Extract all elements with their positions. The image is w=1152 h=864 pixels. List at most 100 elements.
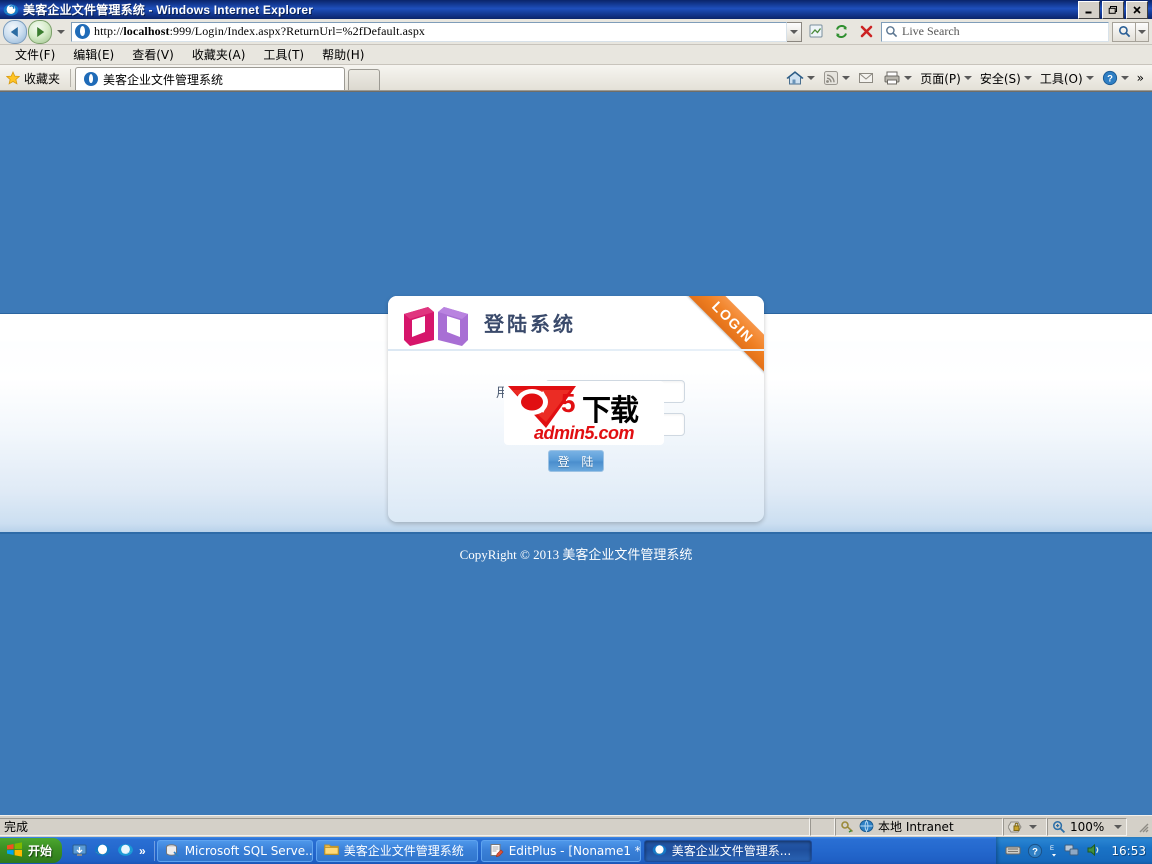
search-placeholder: Live Search: [902, 24, 960, 38]
refresh-button[interactable]: [830, 21, 852, 43]
task-item-editplus[interactable]: EditPlus - [Noname1 *]: [480, 839, 641, 862]
folder-icon: [324, 843, 339, 858]
login-submit-button[interactable]: 登 陆: [548, 450, 604, 472]
ie-icon: [652, 843, 667, 858]
quick-launch-bar: »: [66, 839, 152, 863]
svg-text:?: ?: [1033, 846, 1039, 857]
status-bar: 完成 本地 Intranet 100%: [0, 815, 1152, 837]
chevron-down-icon: [1114, 824, 1123, 829]
ie-alt-icon[interactable]: [117, 842, 134, 859]
tools-menu-button[interactable]: 工具(O): [1036, 67, 1098, 89]
task-item-ie-active[interactable]: 美客企业文件管理系...: [643, 839, 812, 862]
help-icon: ?: [1102, 70, 1117, 86]
address-dropdown-button[interactable]: [787, 21, 802, 42]
favorites-and-tabs-row: 收藏夹 美客企业文件管理系统 页面(P) 安全(S) 工具(O) ? »: [0, 65, 1152, 91]
search-input[interactable]: Live Search: [881, 21, 1109, 42]
home-icon: [786, 71, 804, 85]
svg-text:?: ?: [1107, 74, 1113, 85]
star-icon: [6, 71, 20, 85]
help-menu-button[interactable]: ?: [1098, 67, 1133, 89]
copyright-text: CopyRight © 2013 美客企业文件管理系统: [0, 544, 1152, 563]
restore-button[interactable]: [1102, 0, 1124, 19]
chevron-down-icon: [1120, 76, 1129, 80]
tab-label: 美客企业文件管理系统: [103, 72, 224, 87]
home-button[interactable]: [782, 67, 819, 89]
svg-text:E: E: [1050, 846, 1054, 852]
address-bar-row: http://localhost:999/Login/Index.aspx?Re…: [0, 19, 1152, 45]
editplus-icon: [489, 843, 504, 858]
start-button[interactable]: 开始: [0, 838, 63, 863]
taskbar-separator: [153, 840, 155, 861]
status-blank-cell: [810, 817, 835, 836]
ie-icon[interactable]: [94, 842, 111, 859]
browser-tab[interactable]: 美客企业文件管理系统: [75, 67, 346, 90]
a5-logo-icon: 5: [506, 382, 588, 429]
favorites-label: 收藏夹: [24, 71, 61, 86]
chevron-down-icon: [57, 29, 65, 34]
feeds-button[interactable]: [819, 67, 854, 89]
search-icon: [886, 26, 898, 38]
login-heading: 登陆系统: [484, 312, 576, 336]
login-panel-header: 登陆系统 LOGIN: [388, 296, 764, 378]
security-zone-cell[interactable]: 本地 Intranet: [835, 817, 1003, 836]
safety-menu-label: 安全(S): [979, 71, 1021, 86]
network-icon[interactable]: [1064, 843, 1080, 859]
close-button[interactable]: [1126, 0, 1148, 19]
address-input[interactable]: http://localhost:999/Login/Index.aspx?Re…: [71, 21, 787, 42]
page-menu-button[interactable]: 页面(P): [916, 67, 976, 89]
page-viewport: 登陆系统 LOGIN 用户名 密 码 登 陆: [0, 91, 1152, 815]
stop-button[interactable]: [855, 21, 877, 43]
back-button[interactable]: [3, 19, 27, 44]
key-icon: [841, 821, 854, 833]
menu-file[interactable]: 文件(F): [6, 45, 64, 64]
search-provider-dropdown[interactable]: [1136, 21, 1149, 42]
task-item-sql-server[interactable]: Microsoft SQL Serve...: [156, 839, 313, 862]
chevron-down-icon: [1023, 76, 1032, 80]
search-go-button[interactable]: [1112, 21, 1136, 42]
toolbar-separator: [70, 69, 72, 87]
chevron-down-icon: [842, 76, 851, 80]
quick-launch-overflow[interactable]: »: [139, 844, 146, 858]
status-text: 完成: [0, 817, 810, 836]
svg-text:5: 5: [561, 388, 575, 418]
keyboard-icon[interactable]: [1005, 843, 1021, 859]
page-icon: [84, 72, 99, 86]
mail-button[interactable]: [854, 67, 879, 89]
task-item-file-manager-folder[interactable]: 美客企业文件管理系统: [315, 839, 478, 862]
chevron-down-icon: [1029, 824, 1037, 829]
ime-icon[interactable]: E: [1049, 843, 1058, 859]
menu-bar: 文件(F) 编辑(E) 查看(V) 收藏夹(A) 工具(T) 帮助(H): [0, 45, 1152, 65]
new-tab-button[interactable]: [348, 69, 381, 90]
show-desktop-icon[interactable]: [71, 842, 88, 859]
copyright-en: CopyRight © 2013: [459, 547, 563, 562]
search-icon: [1118, 26, 1130, 38]
favorites-button[interactable]: 收藏夹: [0, 67, 68, 89]
menu-edit[interactable]: 编辑(E): [64, 45, 123, 64]
command-bar-overflow[interactable]: »: [1133, 67, 1148, 89]
security-zone-label: 本地 Intranet: [878, 820, 954, 834]
volume-icon[interactable]: [1086, 843, 1102, 859]
zoom-label: 100%: [1070, 819, 1105, 834]
menu-tools[interactable]: 工具(T): [254, 45, 313, 64]
ie-icon: [3, 2, 19, 17]
menu-help[interactable]: 帮助(H): [313, 45, 373, 64]
compatibility-view-button[interactable]: [805, 21, 827, 43]
menu-view[interactable]: 查看(V): [123, 45, 183, 64]
watermark-url-text: admin5.com: [534, 423, 635, 443]
menu-favorites[interactable]: 收藏夹(A): [183, 45, 255, 64]
zoom-cell[interactable]: 100%: [1047, 817, 1128, 836]
page-icon: [75, 24, 90, 39]
protected-mode-cell[interactable]: [1003, 817, 1047, 836]
safety-menu-button[interactable]: 安全(S): [976, 67, 1036, 89]
help-icon[interactable]: ?: [1027, 843, 1043, 859]
forward-button[interactable]: [28, 19, 52, 44]
recent-pages-button[interactable]: [55, 21, 67, 43]
chevron-down-icon: [1138, 29, 1146, 34]
book-logo-icon: [400, 304, 472, 348]
start-label: 开始: [28, 844, 53, 858]
mail-icon: [859, 73, 874, 83]
windows-flag-icon: [6, 842, 23, 859]
resize-grip-icon[interactable]: [1136, 820, 1150, 834]
print-button[interactable]: [879, 67, 916, 89]
minimize-button[interactable]: [1078, 0, 1100, 19]
